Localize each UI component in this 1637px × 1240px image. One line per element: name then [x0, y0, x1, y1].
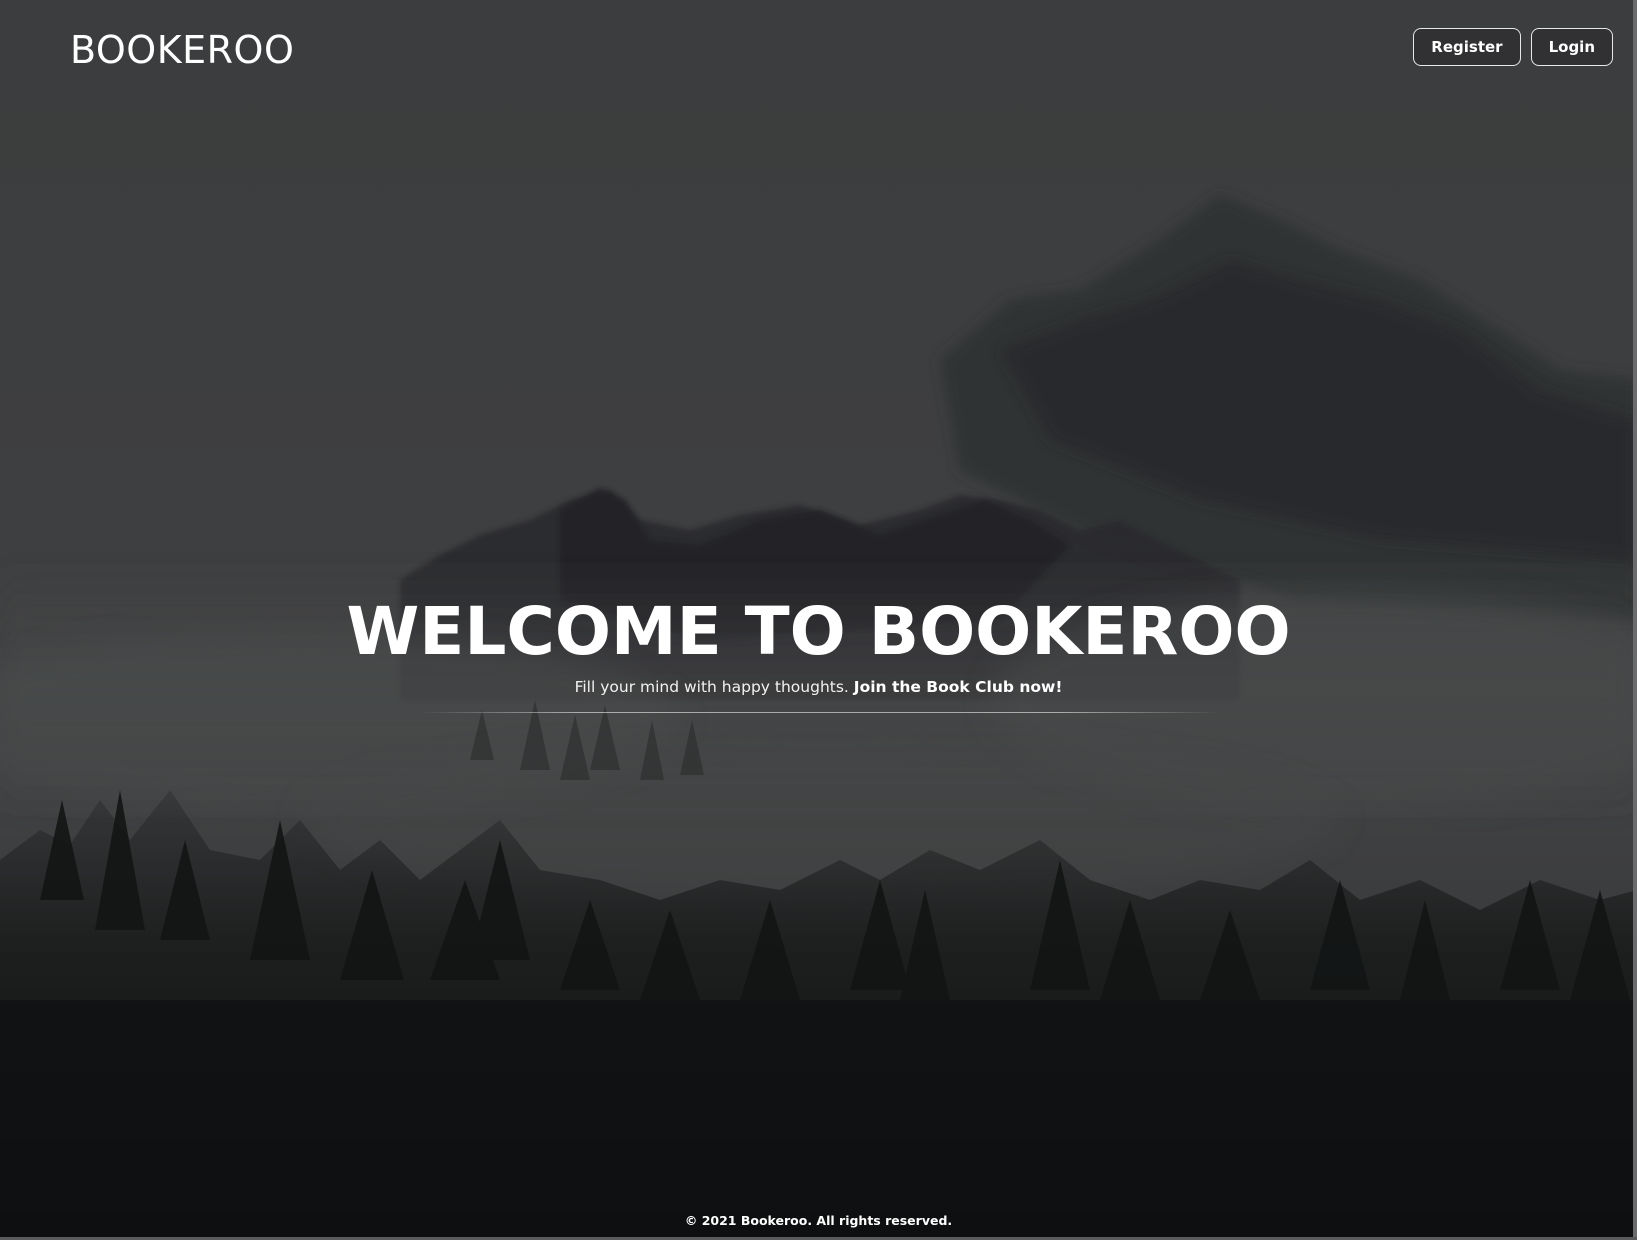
hero-section: WELCOME TO BOOKEROO Fill your mind with … — [0, 592, 1637, 713]
hero-subtitle: Fill your mind with happy thoughts. Join… — [0, 676, 1637, 698]
register-button[interactable]: Register — [1413, 28, 1521, 66]
brand-logo[interactable]: BOOKEROO — [70, 26, 294, 74]
hero-subtitle-cta: Join the Book Club now! — [853, 678, 1063, 696]
login-button[interactable]: Login — [1530, 28, 1613, 66]
hero-divider — [418, 712, 1219, 713]
hero-title: WELCOME TO BOOKEROO — [346, 593, 1291, 670]
landing-page: BOOKEROO Register Login WELCOME TO BOOKE… — [0, 0, 1637, 1240]
footer-copyright: © 2021 Bookeroo. All rights reserved. — [684, 1213, 953, 1228]
hero-subtitle-text: Fill your mind with happy thoughts. — [574, 678, 849, 696]
header-nav: Register Login — [1413, 28, 1613, 66]
